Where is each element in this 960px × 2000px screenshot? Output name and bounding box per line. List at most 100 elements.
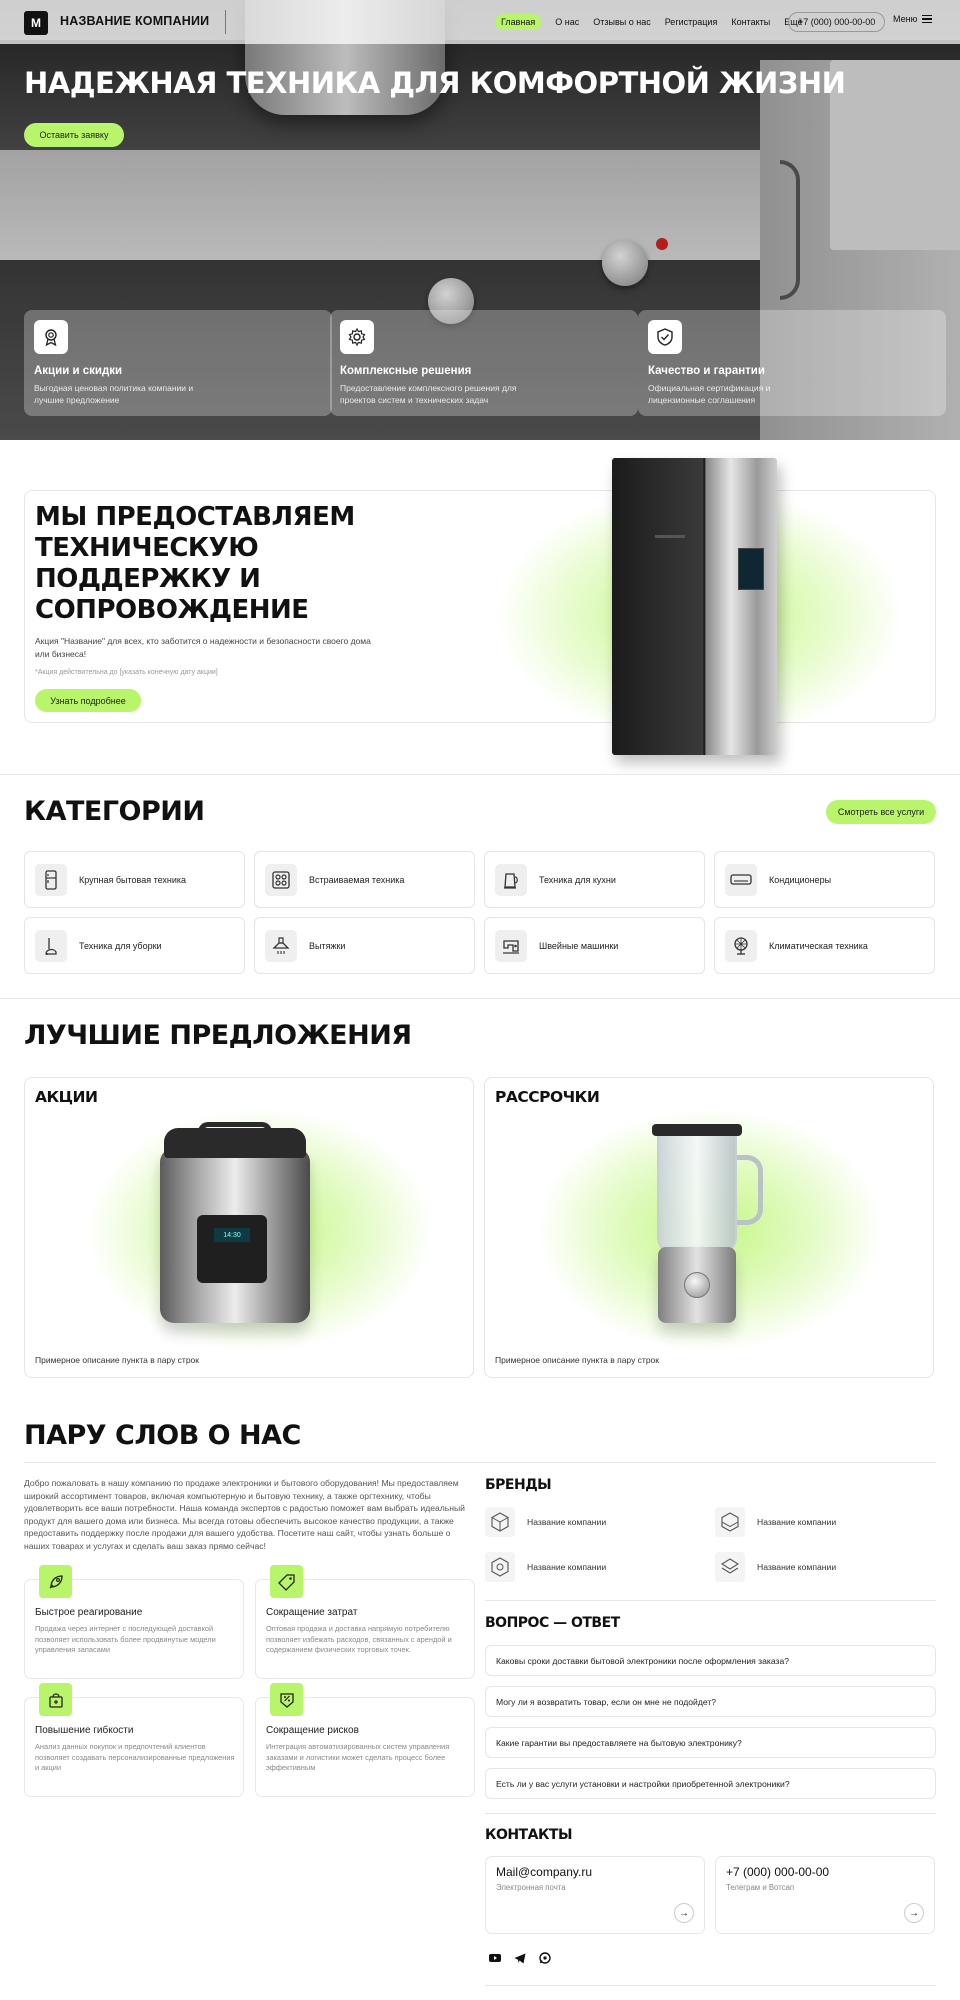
offer-description: Примерное описание пункта в пару строк xyxy=(35,1355,199,1365)
hood-icon xyxy=(265,929,297,962)
about-text: Добро пожаловать в нашу компанию по прод… xyxy=(24,1478,465,1551)
fridge-display xyxy=(738,548,764,590)
offer-description: Примерное описание пункта в пару строк xyxy=(495,1355,659,1365)
phone-value: +7 (000) 000-00-00 xyxy=(726,1865,830,1879)
faq-item[interactable]: Есть ли у вас услуги установки и настрой… xyxy=(485,1768,936,1799)
category-air-conditioners[interactable]: Кондиционеры xyxy=(714,851,935,908)
hero-title: Надежная техника для комфортной жизни xyxy=(24,66,846,100)
email-card[interactable]: Mail@company.ru Электронная почта → xyxy=(485,1856,705,1934)
leave-request-button[interactable]: Оставить заявку xyxy=(24,123,124,147)
category-kitchen[interactable]: Техника для кухни xyxy=(484,851,705,908)
email-label: Электронная почта xyxy=(496,1883,566,1892)
section-divider xyxy=(24,1462,936,1463)
section-divider xyxy=(485,1813,936,1814)
discount-icon xyxy=(270,1683,303,1716)
brand-logo-icon xyxy=(715,1552,745,1582)
category-cleaning[interactable]: Техника для уборки xyxy=(24,917,245,974)
brand-logo-icon xyxy=(485,1552,515,1582)
nav-link-contacts[interactable]: Контакты xyxy=(731,14,770,30)
category-label: Крупная бытовая техника xyxy=(79,874,187,885)
fridge-icon xyxy=(35,863,67,896)
air-conditioner-icon xyxy=(725,863,757,896)
category-sewing[interactable]: Швейные машинки xyxy=(484,917,705,974)
faq-item[interactable]: Каковы сроки доставки бытовой электроник… xyxy=(485,1645,936,1676)
hero-feature-text: Выгодная ценовая политика компании и луч… xyxy=(34,383,194,405)
brand-logo-icon xyxy=(715,1507,745,1537)
section-divider xyxy=(0,998,960,999)
price-tag-icon xyxy=(270,1565,303,1598)
contacts-title: Контакты xyxy=(485,1827,572,1843)
advantage-card: Сокращение затрат Оптовая продажа и дост… xyxy=(255,1565,475,1679)
category-label: Швейные машинки xyxy=(539,940,619,951)
advantage-card: Повышение гибкости Анализ данных покупок… xyxy=(24,1683,244,1797)
company-name[interactable]: Название компании xyxy=(60,14,209,28)
learn-more-button[interactable]: Узнать подробнее xyxy=(35,689,141,712)
brand-item[interactable]: Название компании xyxy=(715,1552,836,1582)
arrow-right-icon[interactable]: → xyxy=(674,1903,694,1923)
category-label: Техника для уборки xyxy=(79,940,162,951)
nav-divider xyxy=(225,10,226,34)
vacuum-icon xyxy=(35,929,67,962)
category-large-appliances[interactable]: Крупная бытовая техника xyxy=(24,851,245,908)
menu-label: Меню xyxy=(893,14,918,24)
arrow-right-icon[interactable]: → xyxy=(904,1903,924,1923)
fan-icon xyxy=(725,929,757,962)
shopping-bag-icon xyxy=(39,1683,72,1716)
nav-link-about[interactable]: О нас xyxy=(555,14,579,30)
hero-section: M Название компании Главная О нас Отзывы… xyxy=(0,0,960,440)
nav-links: Главная О нас Отзывы о нас Регистрация К… xyxy=(495,14,803,30)
menu-button[interactable]: Меню xyxy=(893,14,933,24)
multicooker-display: 14:30 xyxy=(214,1228,250,1242)
category-label: Встраиваемая техника xyxy=(309,874,405,885)
faq-item[interactable]: Какие гарантии вы предоставляете на быто… xyxy=(485,1727,936,1758)
shield-check-icon xyxy=(648,320,682,354)
section-divider xyxy=(485,1985,936,1986)
whatsapp-icon[interactable] xyxy=(537,1950,553,1966)
hero-feature-title: Комплексные решения xyxy=(340,365,472,377)
section-divider xyxy=(485,1600,936,1601)
phone-button[interactable]: +7 (000) 000-00-00 xyxy=(788,12,886,32)
blender-image xyxy=(657,1130,737,1255)
brand-item[interactable]: Название компании xyxy=(715,1507,836,1537)
company-logo[interactable]: M xyxy=(24,11,48,35)
phone-card[interactable]: +7 (000) 000-00-00 Телеграм и Вотсап → xyxy=(715,1856,935,1934)
youtube-icon[interactable] xyxy=(487,1950,503,1966)
category-label: Вытяжки xyxy=(309,940,346,951)
advantage-card: Сокращение рисков Интеграция автоматизир… xyxy=(255,1683,475,1797)
blender-handle xyxy=(735,1155,763,1225)
hero-feature-title: Качество и гарантии xyxy=(648,365,765,377)
nav-link-registration[interactable]: Регистрация xyxy=(665,14,718,30)
category-label: Техника для кухни xyxy=(539,874,616,885)
category-built-in[interactable]: Встраиваемая техника xyxy=(254,851,475,908)
faq-item[interactable]: Могу ли я возвратить товар, если он мне … xyxy=(485,1686,936,1717)
view-all-services-button[interactable]: Смотреть все услуги xyxy=(826,800,936,824)
fridge-handle xyxy=(655,535,685,538)
blender-lid xyxy=(652,1124,742,1136)
email-value: Mail@company.ru xyxy=(496,1865,592,1879)
blender-knob xyxy=(684,1272,710,1298)
nav-link-reviews[interactable]: Отзывы о нас xyxy=(593,14,650,30)
promo-title: Мы предоставляем техническую поддержку и… xyxy=(35,502,355,625)
top-navigation: M Название компании Главная О нас Отзывы… xyxy=(0,0,960,44)
advantage-title: Сокращение затрат xyxy=(266,1607,358,1618)
telegram-icon[interactable] xyxy=(512,1950,528,1966)
advantage-text: Анализ данных покупок и предпочтений кли… xyxy=(35,1742,235,1772)
multicooker-panel xyxy=(197,1215,267,1283)
category-hoods[interactable]: Вытяжки xyxy=(254,917,475,974)
advantage-title: Повышение гибкости xyxy=(35,1725,134,1736)
nav-link-home[interactable]: Главная xyxy=(495,14,542,30)
advantage-card: Быстрое реагирование Продажа через интер… xyxy=(24,1565,244,1679)
offers-title: Лучшие предложения xyxy=(24,1020,412,1051)
hero-feature-card: Акции и скидки Выгодная ценовая политика… xyxy=(24,310,332,416)
sewing-machine-icon xyxy=(495,929,527,962)
about-title: Пару слов о нас xyxy=(24,1420,301,1451)
category-climate[interactable]: Климатическая техника xyxy=(714,917,935,974)
brand-item[interactable]: Название компании xyxy=(485,1552,606,1582)
hero-feature-title: Акции и скидки xyxy=(34,365,123,377)
advantage-text: Продажа через интернет с последующей дос… xyxy=(35,1624,216,1654)
category-label: Климатическая техника xyxy=(769,940,868,951)
brands-title: Бренды xyxy=(485,1477,552,1493)
cooktop-icon xyxy=(265,863,297,896)
offer-title: Рассрочки xyxy=(495,1088,600,1106)
brand-item[interactable]: Название компании xyxy=(485,1507,606,1537)
